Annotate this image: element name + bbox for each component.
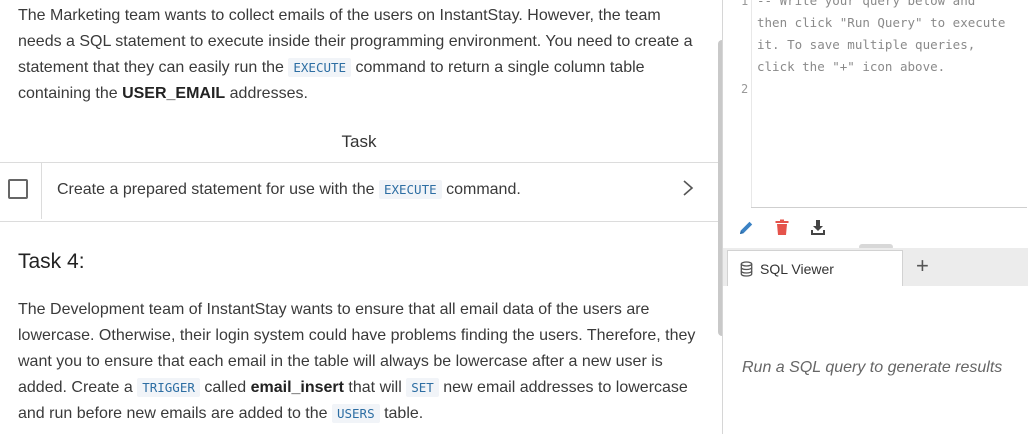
- add-tab-button[interactable]: +: [916, 253, 929, 279]
- sql-panel: 1 -- Write your query below and then cli…: [722, 0, 1028, 434]
- text: table.: [379, 405, 424, 422]
- inline-code: EXECUTE: [378, 180, 442, 199]
- tab-label: SQL Viewer: [760, 261, 834, 277]
- code-editor[interactable]: 1 -- Write your query below and then cli…: [723, 0, 1028, 208]
- editor-toolbar: [723, 208, 1028, 248]
- results-area: Run a SQL query to generate results: [723, 286, 1028, 434]
- instructions-panel: The Marketing team wants to collect emai…: [0, 0, 718, 434]
- text: addresses.: [225, 85, 308, 102]
- empty-results-message: Run a SQL query to generate results: [742, 359, 1003, 376]
- task4-heading: Task 4:: [18, 250, 85, 273]
- code-comment: then click "Run Query" to execute: [757, 15, 1006, 30]
- chevron-right-icon[interactable]: [682, 178, 694, 204]
- text: command.: [441, 181, 521, 198]
- task-text: Create a prepared statement for use with…: [57, 180, 521, 199]
- pencil-icon[interactable]: [737, 218, 755, 238]
- task-checkbox[interactable]: [8, 179, 28, 199]
- inline-code: EXECUTE: [288, 58, 352, 77]
- code-comment: it. To save multiple queries,: [757, 37, 976, 52]
- trash-icon[interactable]: [774, 218, 792, 238]
- download-icon[interactable]: [809, 218, 827, 238]
- inline-code: USERS: [331, 404, 380, 423]
- line-number: 1: [741, 0, 749, 8]
- bold-text: email_insert: [250, 379, 344, 396]
- code-comment: click the "+" icon above.: [757, 59, 946, 74]
- text: Create a prepared statement for use with…: [57, 181, 379, 198]
- inline-code: SET: [406, 378, 439, 397]
- task3-description: The Marketing team wants to collect emai…: [18, 3, 698, 107]
- code-comment: -- Write your query below and: [757, 0, 976, 8]
- bold-text: USER_EMAIL: [122, 85, 226, 102]
- task4-description: The Development team of InstantStay want…: [18, 297, 698, 427]
- text: that will: [343, 379, 407, 396]
- results-tabs: SQL Viewer +: [723, 248, 1028, 287]
- database-icon: [740, 261, 753, 282]
- tab-sql-viewer[interactable]: SQL Viewer: [727, 250, 903, 286]
- task-row[interactable]: Create a prepared statement for use with…: [0, 162, 718, 222]
- line-gutter: [723, 0, 752, 208]
- inline-code: TRIGGER: [137, 378, 200, 397]
- line-number: 2: [741, 82, 749, 96]
- divider: [41, 163, 42, 219]
- text: called: [199, 379, 251, 396]
- task-header: Task: [341, 132, 377, 151]
